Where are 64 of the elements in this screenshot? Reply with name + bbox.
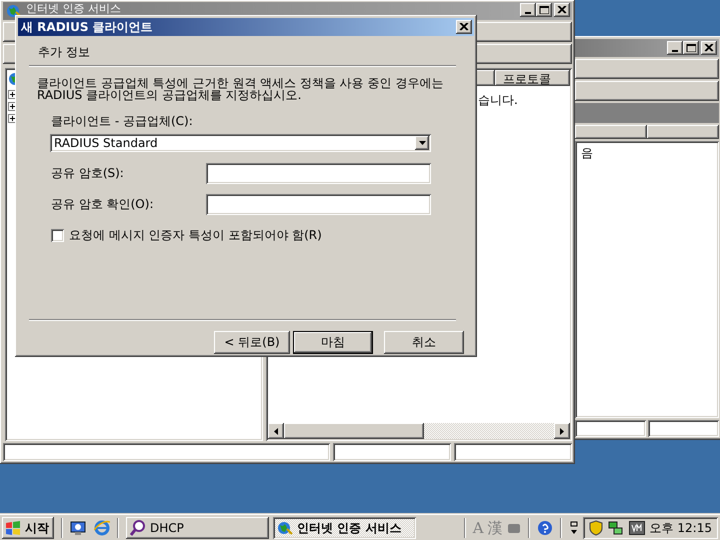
dropdown-button[interactable]	[415, 136, 429, 150]
description-text: 클라이언트 공급업체 특성에 근거한 원격 액세스 정책을 사용 중인 경우에는 RADIUS 클라이언트의 공급업체를 지정하십시오.	[37, 77, 444, 101]
globe-icon	[277, 520, 293, 536]
vm-icon	[628, 521, 645, 535]
maximize-icon	[686, 44, 696, 52]
cancel-button[interactable]: 취소	[384, 331, 464, 354]
dropdown-value: RADIUS Standard	[54, 136, 159, 150]
dropdown-arrow-icon	[418, 141, 426, 145]
options-caret-icon	[568, 520, 579, 536]
checkbox[interactable]	[51, 229, 64, 242]
close-button[interactable]	[456, 20, 472, 34]
status-panel	[575, 420, 646, 437]
column-header[interactable]: 프로토콜	[495, 70, 570, 86]
window-title: 인터넷 인증 서비스	[26, 3, 122, 14]
close-button[interactable]	[554, 3, 570, 17]
vendor-label: 클라이언트 - 공급업체(C):	[51, 113, 194, 130]
min-button[interactable]	[520, 3, 536, 17]
vendor-dropdown[interactable]: RADIUS Standard	[50, 134, 431, 152]
expand-icon	[8, 90, 17, 99]
status-panel	[648, 420, 719, 437]
help-icon	[536, 520, 553, 536]
list-text: 음	[581, 146, 593, 160]
column-header[interactable]	[647, 125, 719, 139]
column-header[interactable]	[575, 125, 647, 139]
confirm-secret-field[interactable]	[206, 194, 431, 214]
scroll-thumb[interactable]	[284, 423, 424, 439]
minimize-icon	[525, 12, 531, 14]
scroll-left-button[interactable]	[268, 423, 284, 439]
min-button[interactable]	[667, 41, 683, 55]
monitor-icon	[70, 520, 86, 536]
field-label: 공유 암호 확인(O):	[51, 196, 154, 212]
field-label: 공유 암호(S):	[51, 164, 125, 182]
column-header[interactable]	[475, 70, 495, 86]
expand-icon	[8, 102, 17, 111]
close-icon	[459, 23, 469, 31]
shield-icon	[588, 520, 603, 536]
shared-secret-field[interactable]	[206, 162, 431, 184]
magnifier-icon	[130, 520, 146, 536]
horizontal-scrollbar[interactable]	[268, 423, 570, 439]
max-button[interactable]	[536, 3, 552, 17]
finish-button[interactable]: 마침	[293, 331, 373, 354]
close-icon	[704, 44, 714, 52]
clock: 오후 12:15	[650, 520, 712, 536]
expand-icon	[8, 114, 17, 123]
right-arrow-icon	[560, 428, 564, 434]
scroll-right-button[interactable]	[554, 423, 570, 439]
windows-flag-icon	[5, 521, 21, 535]
max-button[interactable]	[683, 41, 699, 55]
section-heading: 추가 정보	[38, 45, 90, 59]
network-icon	[608, 520, 624, 536]
taskbar-button[interactable]: DHCP	[126, 517, 269, 539]
taskbar-button[interactable]: 인터넷 인증 서비스	[273, 517, 416, 539]
window-title: 새 RADIUS 클라이언트	[21, 18, 154, 36]
close-button[interactable]	[701, 41, 717, 55]
list-text: 습니다.	[478, 93, 518, 107]
keyboard-icon	[506, 521, 521, 535]
minimize-icon	[672, 50, 678, 52]
close-icon	[557, 6, 567, 14]
checkbox-label: 요청에 메시지 인증자 특성이 포함되어야 함(R)	[69, 227, 322, 244]
left-arrow-icon	[274, 428, 278, 434]
maximize-icon	[539, 6, 549, 14]
start-button[interactable]: 시작	[2, 517, 54, 539]
back-button[interactable]: < 뒤로(B)	[214, 331, 290, 354]
browser-icon	[94, 520, 110, 536]
